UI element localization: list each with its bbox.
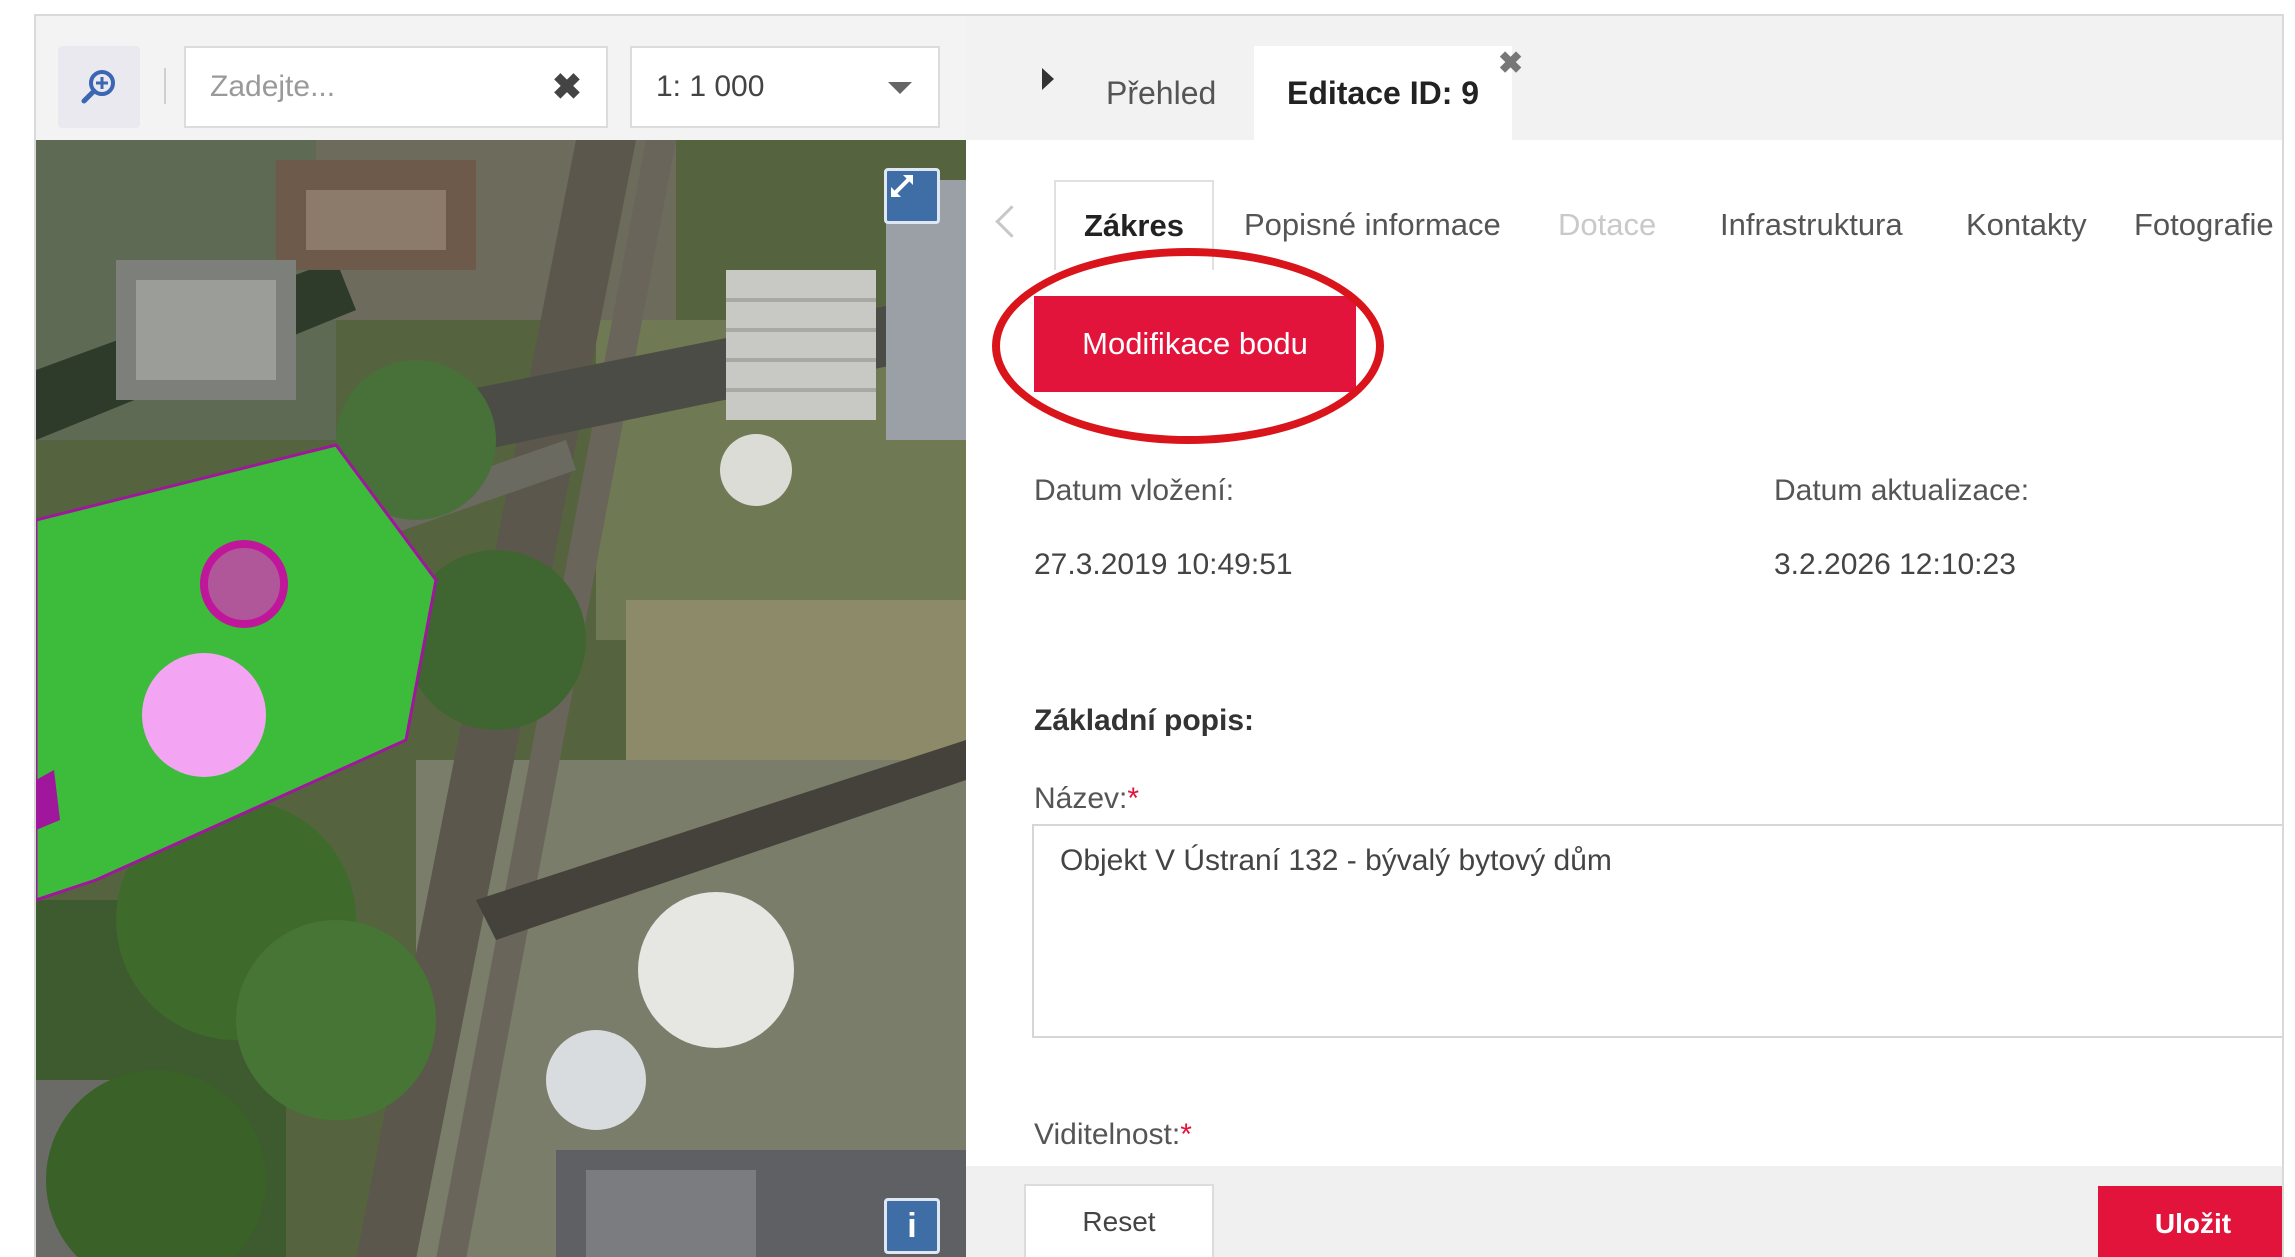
search-button[interactable] (58, 46, 140, 128)
reset-button[interactable]: Reset (1024, 1184, 1214, 1257)
close-tab-icon[interactable]: ✖ (1498, 46, 1523, 81)
highlight-ring-annotation (992, 248, 1384, 444)
search-zoom-icon (81, 70, 115, 104)
map-view[interactable]: i (36, 140, 966, 1257)
aerial-map-image (36, 140, 966, 1257)
basic-description-heading: Základní popis: (1034, 704, 1255, 737)
map-toolbar: ✖ 1: 1 000 (36, 16, 966, 140)
name-label: Název:* (1034, 782, 1139, 816)
toolbar-separator (164, 68, 166, 104)
scale-value: 1: 1 000 (656, 70, 765, 103)
required-marker: * (1180, 1118, 1192, 1151)
updated-date-value: 3.2.2026 12:10:23 (1774, 548, 2016, 581)
subtab-kontakty[interactable]: Kontakty (1966, 180, 2087, 270)
clear-search-button[interactable]: ✖ (544, 64, 590, 110)
visibility-label-text: Viditelnost: (1034, 1118, 1181, 1151)
tab-edit[interactable]: Editace ID: 9 (1254, 46, 1512, 140)
updated-date-label: Datum aktualizace: (1774, 474, 2030, 507)
subtab-infrastruktura[interactable]: Infrastruktura (1720, 180, 1903, 270)
tab-overview[interactable]: Přehled (1106, 46, 1216, 140)
info-button[interactable]: i (884, 1198, 940, 1254)
save-button[interactable]: Uložit (2098, 1186, 2282, 1257)
top-tab-bar: Přehled Editace ID: 9 ✖ (966, 16, 2282, 140)
app-window: ✖ 1: 1 000 (34, 14, 2284, 1257)
fullscreen-button[interactable] (884, 168, 940, 224)
expand-icon (891, 175, 913, 197)
subtab-fotografie[interactable]: Fotografie (2134, 180, 2274, 270)
chevron-down-icon (888, 82, 912, 94)
info-icon: i (907, 1206, 917, 1245)
created-date-value: 27.3.2019 10:49:51 (1034, 548, 1293, 581)
form-footer: Reset Uložit (966, 1166, 2282, 1257)
scale-select[interactable]: 1: 1 000 (630, 46, 940, 128)
name-label-text: Název: (1034, 782, 1128, 815)
name-input[interactable]: Objekt V Ústraní 132 - bývalý bytový dům (1032, 824, 2282, 1038)
close-icon: ✖ (551, 66, 583, 107)
chevron-left-icon[interactable] (995, 205, 1028, 238)
required-marker: * (1127, 782, 1140, 815)
detail-panel: Přehled Editace ID: 9 ✖ Zákres Popisné i… (966, 16, 2282, 1257)
visibility-label: Viditelnost:* (1034, 1118, 1192, 1152)
subtab-dotace: Dotace (1558, 207, 1657, 242)
subtab-popisne-informace[interactable]: Popisné informace (1244, 180, 1501, 270)
created-date-label: Datum vložení: (1034, 474, 1235, 507)
caret-right-icon[interactable] (1042, 68, 1054, 90)
